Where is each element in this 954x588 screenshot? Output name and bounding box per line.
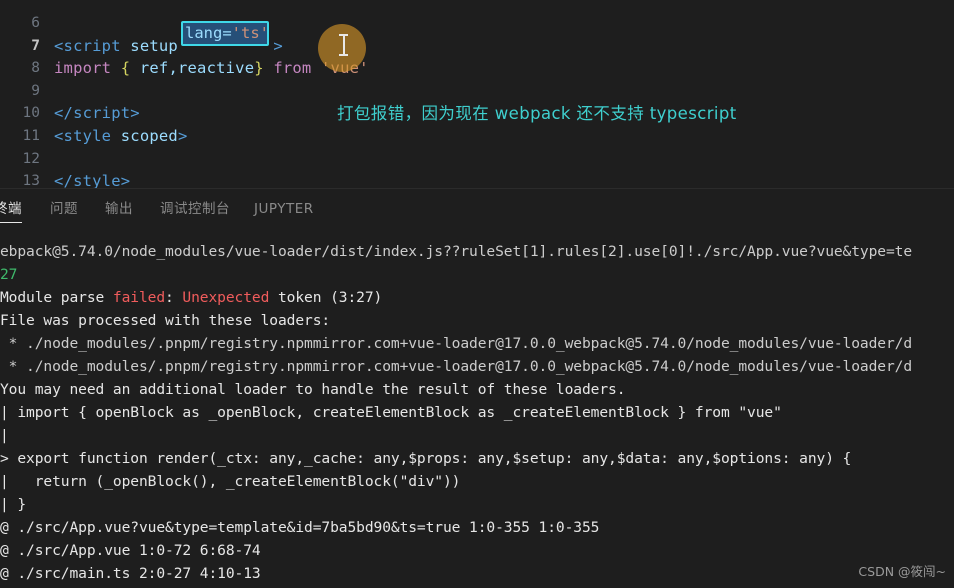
terminal-line: | return (_openBlock(), _createElementBl… [0,470,460,493]
code-token: > [130,104,140,123]
line-number: 6 [31,15,40,31]
panel-tab[interactable]: 调试控制台 [160,189,230,227]
terminal-text: @ ./src/App.vue 1:0-72 6:68-74 [0,542,261,559]
terminal-line: | } [0,493,26,516]
terminal-text: : [165,289,183,306]
code-line[interactable]: 7 <script setup > [0,35,954,58]
code-token: < [54,126,64,145]
terminal-line: File was processed with these loaders: [0,309,330,332]
panel-tab[interactable]: 终端 [0,189,22,227]
terminal-line: | [0,424,9,447]
code-token: > [120,172,131,188]
panel-tab-label: JUPYTER [254,201,314,217]
terminal-output[interactable]: ebpack@5.74.0/node_modules/vue-loader/di… [0,228,954,588]
line-number: 11 [22,127,40,144]
watermark: CSDN @筱闯~ [858,564,946,579]
code-line[interactable]: 8import { ref,reactive} from 'vue' [0,57,954,80]
terminal-text: @ ./src/main.ts 2:0-27 4:10-13 [0,565,261,582]
code-token: ref,reactive [139,59,255,78]
terminal-text: @ ./src/App.vue?vue&type=template&id=7ba… [0,519,600,536]
selected-attribute-text: lang='ts' [185,21,269,46]
code-line[interactable]: 11 <style scoped> [0,125,954,148]
code-line-text: </style> [54,170,130,188]
line-number: 13 [22,173,40,188]
panel-tab-label: 问题 [50,201,78,217]
code-line[interactable]: 13 </style> [0,170,954,188]
annotation-text: 打包报错，因为现在 webpack 还不支持 typescript [337,104,737,123]
terminal-line: @ ./src/main.ts 2:0-27 4:10-13 [0,562,261,585]
code-token: script [73,104,131,123]
editor-line-list: 6 7 <script setup >8 import { ref,reactive}… [0,0,954,188]
line-number: 7 [31,37,40,54]
line-number: 9 [31,82,40,99]
terminal-line: @ ./src/App.vue?vue&type=template&id=7ba… [0,516,599,539]
code-token: from [273,59,312,78]
selection-attr-name: lang= [185,24,232,42]
terminal-text: failed [112,289,166,306]
terminal-line: | import { openBlock as _openBlock, crea… [0,401,782,424]
line-number: 12 [22,150,40,167]
line-number: 8 [31,60,40,77]
code-line[interactable]: 6 [0,12,954,35]
i-beam-cursor-icon [339,34,348,56]
code-token: > [177,126,188,145]
code-line-text: </script> [54,102,140,125]
code-token: style [73,172,121,188]
code-editor[interactable]: 6 7 <script setup >8 import { ref,reactive}… [0,0,954,188]
code-token: { [120,59,131,78]
terminal-text: | import { openBlock as _openBlock, crea… [0,404,782,421]
selection-attr-value: 'ts' [231,24,269,42]
terminal-line: > export function render(_ctx: any,_cach… [0,447,851,470]
code-token: scoped [120,126,178,145]
terminal-text: token (3:27) [269,289,383,306]
code-token: import [54,59,112,78]
panel-tab-label: 输出 [105,201,133,217]
terminal-text: | return (_openBlock(), _createElementBl… [0,473,461,490]
terminal-line: You may need an additional loader to han… [0,378,626,401]
terminal-text: | } [0,496,27,513]
panel-tab[interactable]: 问题 [50,189,78,227]
terminal-line: Module parse failed: Unexpected token (3… [0,286,382,309]
terminal-line: @ ./src/App.vue 1:0-72 6:68-74 [0,539,261,562]
terminal-line: 27 [0,263,17,286]
code-token: script [63,36,121,55]
panel-tab-label: 终端 [0,201,22,217]
terminal-text: 27 [0,266,18,283]
code-line[interactable]: 12 [0,148,954,171]
code-token: > [273,36,283,55]
terminal-text: ebpack@5.74.0/node_modules/vue-loader/di… [0,243,913,260]
terminal-text: File was processed with these loaders: [0,312,331,329]
terminal-line: ebpack@5.74.0/node_modules/vue-loader/di… [0,240,912,263]
code-token: } [254,59,264,78]
terminal-text: * ./node_modules/.pnpm/registry.npmmirro… [0,358,913,375]
line-number: 10 [22,105,40,122]
terminal-text: Unexpected [182,289,270,306]
panel-tab-label: 调试控制台 [160,201,230,217]
terminal-text: Module parse [0,289,113,306]
code-line[interactable]: 9 [0,80,954,103]
code-token: </ [54,172,74,188]
panel-tab[interactable]: 输出 [105,189,133,227]
code-token: style [63,126,112,145]
panel-tab[interactable]: JUPYTER [254,189,314,227]
terminal-line: * ./node_modules/.pnpm/registry.npmmirro… [0,332,912,355]
vscode-window: 6 7 <script setup >8 import { ref,reactive}… [0,0,954,588]
code-token: < [54,36,64,55]
terminal-text: You may need an additional loader to han… [0,381,626,398]
terminal-text: | [0,427,9,444]
panel-tab-bar[interactable]: 终端 问题 输出 调试控制台 JUPYTER [0,188,954,227]
code-token: setup [130,36,178,55]
terminal-text: * ./node_modules/.pnpm/registry.npmmirro… [0,335,913,352]
code-token: </ [54,104,74,123]
terminal-line: * ./node_modules/.pnpm/registry.npmmirro… [0,355,912,378]
terminal-text: > export function render(_ctx: any,_cach… [0,450,852,467]
code-line-text: <style scoped> [54,125,188,148]
